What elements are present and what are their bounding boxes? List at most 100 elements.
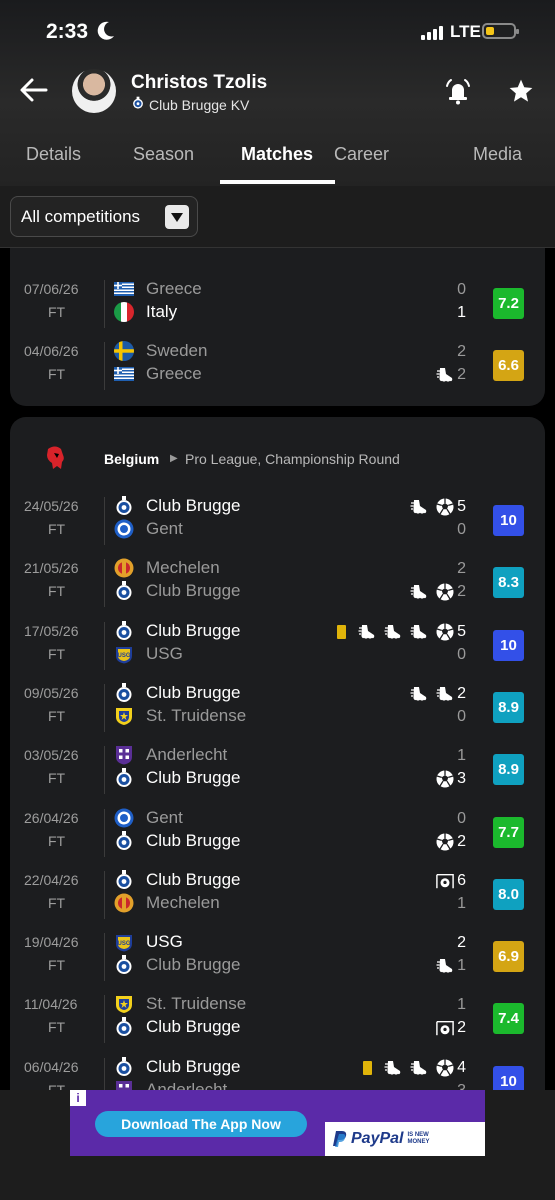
- home-score: 2: [457, 343, 466, 360]
- club-name: Club Brugge KV: [149, 96, 250, 113]
- back-arrow-icon[interactable]: [18, 74, 50, 106]
- away-score: 1: [457, 304, 466, 321]
- home-player-events: [410, 683, 454, 705]
- home-score: 2: [457, 560, 466, 578]
- goal-net-icon: [436, 1019, 454, 1037]
- player-header: 2:33 LTE Christos Tzolis Club Brugge KV …: [0, 0, 555, 186]
- competition-league: Pro League, Championship Round: [185, 451, 400, 467]
- away-score: 3: [440, 1082, 466, 1090]
- away-team: Club Brugge: [114, 1016, 241, 1038]
- paypal-tagline: IS NEW MONEY: [407, 1132, 430, 1145]
- assist-boot-icon: [358, 623, 376, 641]
- match-status: FT: [48, 1081, 66, 1090]
- gent-crest-icon: [114, 808, 134, 828]
- tab-season[interactable]: Season: [133, 144, 194, 165]
- match-row[interactable]: 06/04/26FTClub Brugge4Anderlecht310: [10, 1054, 545, 1090]
- assist-boot-icon: [384, 1059, 402, 1077]
- divider: [104, 808, 105, 857]
- divider: [104, 995, 105, 1044]
- match-row[interactable]: 22/04/26 FT Club Brugge 6 Mechelen 1 8.0: [10, 867, 545, 929]
- match-status: FT: [48, 832, 66, 849]
- home-team-name: Mechelen: [146, 558, 220, 578]
- match-date: 21/05/26: [24, 560, 79, 577]
- ad-info-icon[interactable]: i: [70, 1090, 86, 1106]
- player-rating-badge: 7.7: [493, 816, 524, 848]
- away-player-events: [436, 364, 454, 386]
- competition-filter-dropdown[interactable]: All competitions: [10, 196, 198, 237]
- divider: [104, 280, 105, 328]
- assist-boot-icon: [436, 685, 454, 703]
- paypal-logo: PayPal IS NEW MONEY: [325, 1122, 485, 1156]
- competition-header[interactable]: Belgium ▶ Pro League, Championship Round: [10, 417, 545, 491]
- home-player-events: [436, 870, 454, 892]
- brugge-crest-icon: [114, 682, 134, 703]
- brugge-crest-icon: [114, 1017, 134, 1037]
- player-rating-badge: 10: [493, 629, 524, 661]
- assist-boot-icon: [384, 623, 402, 641]
- match-row[interactable]: 07/06/26 FT Greece 0 Italy 1 7.2: [10, 276, 545, 338]
- match-date: 22/04/26: [24, 871, 79, 888]
- match-status: FT: [48, 583, 66, 600]
- match-row[interactable]: 11/04/26 FT St. Truidense 1 Club Brugge 2 7.4: [10, 991, 545, 1053]
- away-team-name: St. Truidense: [146, 705, 247, 725]
- away-score: 0: [457, 645, 466, 663]
- match-row[interactable]: 09/05/26 FT Club Brugge 2 St. Truidense 0 8.9: [10, 680, 545, 742]
- tab-matches[interactable]: Matches: [241, 144, 313, 165]
- match-status: FT: [48, 645, 66, 662]
- player-rating-badge: 10: [493, 505, 524, 536]
- home-player-events: [410, 496, 454, 518]
- match-status: FT: [48, 957, 66, 974]
- assist-boot-icon: [410, 583, 428, 601]
- away-team-name: Club Brugge: [146, 955, 241, 975]
- home-team-name: Club Brugge: [146, 496, 241, 515]
- brugge-crest-icon: [114, 768, 134, 788]
- favorite-star-icon[interactable]: [508, 78, 534, 104]
- club-link[interactable]: Club Brugge KV: [131, 96, 249, 113]
- match-row[interactable]: 26/04/26 FT Gent 0 Club Brugge 2 7.7: [10, 805, 545, 867]
- brugge-crest-icon: [114, 620, 134, 641]
- tab-details[interactable]: Details: [26, 144, 81, 165]
- matches-list[interactable]: 07/06/26 FT Greece 0 Italy 1 7.2 04/06/26 FT Swed…: [0, 248, 555, 1090]
- match-status: FT: [48, 707, 66, 724]
- assist-boot-icon: [410, 623, 428, 641]
- match-row[interactable]: 21/05/26 FT Mechelen 2 Club Brugge 2 8.3: [10, 555, 545, 617]
- home-score: 1: [457, 747, 466, 765]
- away-team: Mechelen: [114, 892, 220, 914]
- match-date: 04/06/26: [24, 343, 79, 359]
- player-rating-badge: 8.0: [493, 878, 524, 910]
- ad-cta-button[interactable]: Download The App Now: [95, 1111, 307, 1137]
- player-rating-badge: 8.9: [493, 754, 524, 786]
- usg-crest-icon: USG: [114, 644, 134, 664]
- match-status: FT: [48, 366, 66, 382]
- away-team-name: Club Brugge: [146, 830, 241, 850]
- pro-league-lion-icon: [44, 445, 66, 471]
- home-team-name: St. Truidense: [146, 994, 247, 1014]
- player-rating-badge: 6.6: [493, 350, 524, 381]
- yellow-card-icon: [332, 623, 350, 641]
- match-status: FT: [48, 770, 66, 787]
- tab-career[interactable]: Career: [334, 144, 389, 165]
- match-row[interactable]: 19/04/26 FT USG USG 2 Club Brugge 1 6.9: [10, 929, 545, 991]
- svg-text:USG: USG: [117, 653, 130, 659]
- home-team: Greece: [114, 278, 202, 300]
- player-rating-badge: 7.4: [493, 1003, 524, 1035]
- away-team: Club Brugge: [114, 954, 241, 976]
- home-team-name: Club Brugge: [146, 869, 241, 889]
- competition-country: Belgium: [104, 451, 160, 467]
- match-row[interactable]: 17/05/26 FT Club Brugge 5 USG USG 0 10: [10, 618, 545, 680]
- ad-banner[interactable]: i Download The App Now PayPal IS NEW MON…: [70, 1090, 485, 1156]
- greece-crest-icon: [114, 364, 134, 384]
- home-score: 0: [457, 281, 466, 298]
- stvv-crest-icon: [114, 994, 134, 1014]
- match-date: 07/06/26: [24, 281, 79, 297]
- notification-bell-icon[interactable]: [444, 78, 472, 106]
- away-team-name: Club Brugge: [146, 1017, 241, 1037]
- brugge-crest-icon: [114, 1056, 134, 1077]
- goal-ball-icon: [436, 623, 454, 641]
- tab-media[interactable]: Media: [473, 144, 522, 165]
- match-row[interactable]: 24/05/26 FT Club Brugge 5 Gent 0 10: [10, 493, 545, 555]
- home-team-name: Greece: [146, 279, 202, 298]
- match-row[interactable]: 03/05/26 FT Anderlecht 1 Club Brugge 3 8.9: [10, 742, 545, 804]
- divider: [104, 621, 105, 670]
- match-row[interactable]: 04/06/26 FT Sweden 2 Greece 2 6.6: [10, 338, 545, 400]
